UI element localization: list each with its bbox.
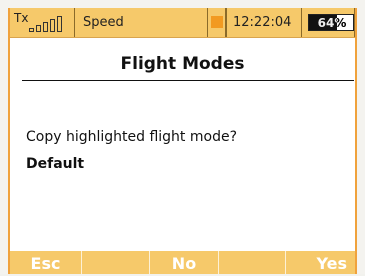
status-square-icon [211,16,223,28]
esc-button[interactable]: Esc [10,251,81,274]
signal-bar [57,16,62,32]
softkey-bar: Esc No Yes [10,251,355,274]
softkey-2[interactable] [81,251,149,274]
signal-bar [43,22,48,32]
tx-label: Tx [14,11,29,25]
profile-name[interactable]: Speed [75,8,208,37]
battery-icon: 64% [308,14,354,31]
signal-bar [50,19,55,32]
display-screen: Tx Speed 12:22:04 64% Flight Modes Copy … [8,8,357,274]
page-title: Flight Modes [120,54,245,74]
confirm-question: Copy highlighted flight mode? [26,129,238,145]
status-bar: Tx Speed 12:22:04 64% [10,8,355,38]
yes-button[interactable]: Yes [285,251,355,274]
flight-mode-name: Default [26,156,85,172]
signal-bar [29,28,34,32]
battery-status: 64% [302,8,355,37]
status-indicator [208,8,226,37]
device-frame: Tx Speed 12:22:04 64% Flight Modes Copy … [0,0,365,274]
signal-bars-icon [29,16,69,32]
softkey-4[interactable] [218,251,285,274]
signal-bar [36,25,41,32]
transmitter-signal: Tx [10,8,75,37]
title-divider [22,80,354,81]
battery-percent: 64% [317,16,347,30]
no-button[interactable]: No [149,251,218,274]
clock: 12:22:04 [226,8,302,37]
